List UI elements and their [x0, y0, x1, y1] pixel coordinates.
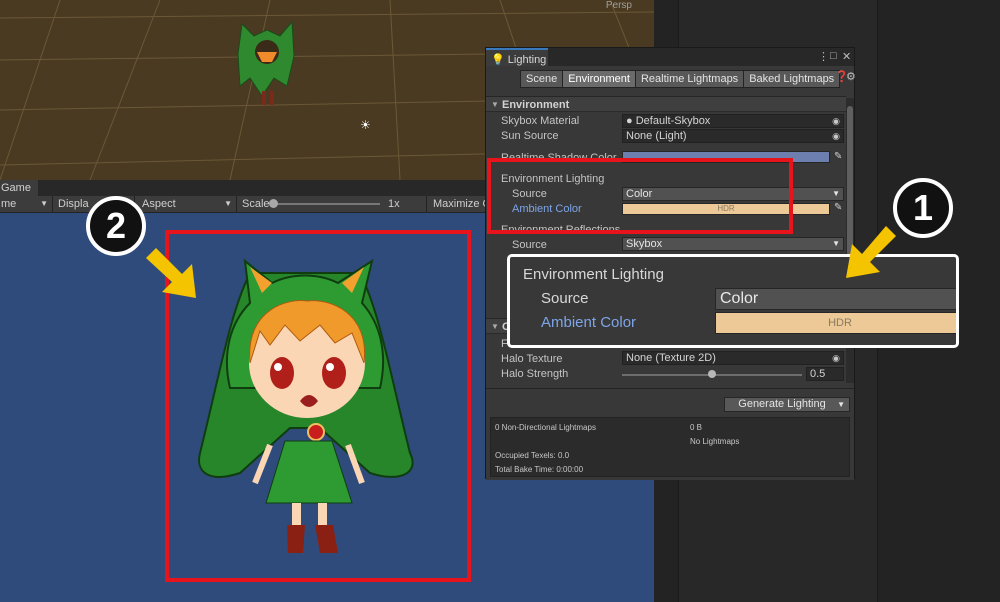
environment-header-label: Environment [502, 99, 570, 111]
halo-strength-input[interactable]: 0.5 [806, 367, 844, 381]
game-view-highlight [165, 230, 471, 582]
generate-lighting-button[interactable]: Generate Lighting ▼ [724, 397, 850, 412]
zoom-source-dropdown: Color [715, 288, 956, 310]
reflection-source-dropdown[interactable]: Skybox ▼ [622, 237, 844, 251]
eyedropper-icon[interactable]: ✎ [834, 202, 842, 213]
environment-section-header[interactable]: ▼ Environment [486, 96, 846, 112]
no-lightmaps-label: No Lightmaps [690, 437, 740, 446]
light-gizmo-icon[interactable]: ☀ [360, 118, 371, 132]
zoom-source-label: Source [541, 290, 589, 307]
lightmaps-size: 0 B [690, 423, 703, 432]
chevron-down-icon: ▼ [832, 189, 840, 198]
aspect-label: Aspect [142, 198, 176, 210]
settings-gear-icon[interactable]: ⚙ [846, 70, 856, 83]
object-picker-icon[interactable]: ◉ [832, 115, 840, 127]
eyedropper-icon[interactable]: ✎ [834, 151, 842, 162]
halo-strength-handle[interactable] [708, 370, 716, 378]
game-mode-label: me [1, 198, 17, 210]
close-icon[interactable]: ✕ [842, 50, 851, 63]
skybox-material-label: Skybox Material [501, 115, 580, 127]
lighting-window-tab[interactable]: 💡 Lighting [486, 48, 548, 66]
environment-lighting-highlight [487, 158, 793, 234]
tab-realtime-lightmaps[interactable]: Realtime Lightmaps [634, 70, 745, 88]
arrow-down-right-icon [146, 248, 196, 298]
reflection-source-label: Source [512, 239, 547, 251]
maximize-icon[interactable]: □ [830, 50, 837, 62]
more-options-icon[interactable]: ⋮ [818, 50, 829, 63]
scale-label: Scale [242, 198, 270, 210]
sun-source-value: None (Light) [626, 130, 687, 142]
halo-texture-value: None (Texture 2D) [626, 352, 716, 364]
lightmap-stats: 0 Non-Directional Lightmaps 0 B No Light… [490, 417, 850, 477]
lightmaps-count: 0 Non-Directional Lightmaps [495, 423, 596, 432]
scale-slider[interactable] [272, 203, 380, 205]
step-badge-one: 1 [893, 178, 953, 238]
lighting-bake-panel: Generate Lighting ▼ 0 Non-Directional Li… [486, 388, 854, 480]
lightbulb-icon: 💡 [491, 54, 505, 66]
chevron-down-icon: ▼ [224, 199, 232, 208]
display-label: Displa [58, 198, 89, 210]
skybox-sphere-icon: ● [626, 115, 633, 127]
chevron-down-icon: ▼ [40, 199, 48, 208]
arrow-down-left-icon [846, 226, 896, 278]
halo-texture-label: Halo Texture [501, 353, 563, 365]
step-badge-two: 2 [86, 196, 146, 256]
tab-scene[interactable]: Scene [520, 70, 564, 88]
zoom-environment-lighting-label: Environment Lighting [523, 266, 664, 283]
tab-environment[interactable]: Environment [562, 70, 636, 88]
lighting-title: Lighting [507, 54, 547, 66]
foldout-arrow-icon: ▼ [491, 322, 499, 331]
object-picker-icon[interactable]: ◉ [832, 130, 840, 142]
scale-value: 1x [388, 198, 400, 210]
scale-slider-handle[interactable] [269, 199, 278, 208]
sun-source-field[interactable]: None (Light) ◉ [622, 129, 844, 143]
generate-lighting-label: Generate Lighting [738, 398, 826, 410]
total-bake-time: Total Bake Time: 0:00:00 [495, 465, 584, 474]
skybox-material-value: Default-Skybox [635, 115, 711, 127]
sun-source-label: Sun Source [501, 130, 559, 142]
zoom-ambient-color-swatch: HDR [715, 312, 956, 334]
lighting-titlebar: 💡 Lighting ⋮ □ ✕ [486, 48, 854, 66]
lighting-mode-tabs: Scene Environment Realtime Lightmaps Bak… [520, 70, 841, 88]
halo-strength-label: Halo Strength [501, 368, 569, 380]
object-picker-icon[interactable]: ◉ [832, 352, 840, 364]
tab-game[interactable]: Game [0, 180, 38, 196]
chevron-down-icon[interactable]: ▼ [837, 398, 845, 411]
scene-character [237, 20, 295, 105]
zoom-ambient-color-label: Ambient Color [541, 314, 637, 331]
chevron-down-icon: ▼ [832, 239, 840, 248]
game-mode-dropdown[interactable]: me ▼ [0, 196, 53, 213]
halo-texture-field[interactable]: None (Texture 2D) ◉ [622, 351, 844, 365]
tab-baked-lightmaps[interactable]: Baked Lightmaps [743, 70, 841, 88]
persp-label[interactable]: Persp [606, 0, 632, 11]
zoom-hdr-label: HDR [828, 317, 852, 329]
occupied-texels: Occupied Texels: 0.0 [495, 451, 570, 460]
aspect-dropdown[interactable]: Aspect ▼ [135, 196, 237, 213]
skybox-material-field[interactable]: ● Default-Skybox ◉ [622, 114, 844, 128]
foldout-arrow-icon: ▼ [491, 100, 499, 109]
reflection-source-value: Skybox [626, 238, 663, 250]
